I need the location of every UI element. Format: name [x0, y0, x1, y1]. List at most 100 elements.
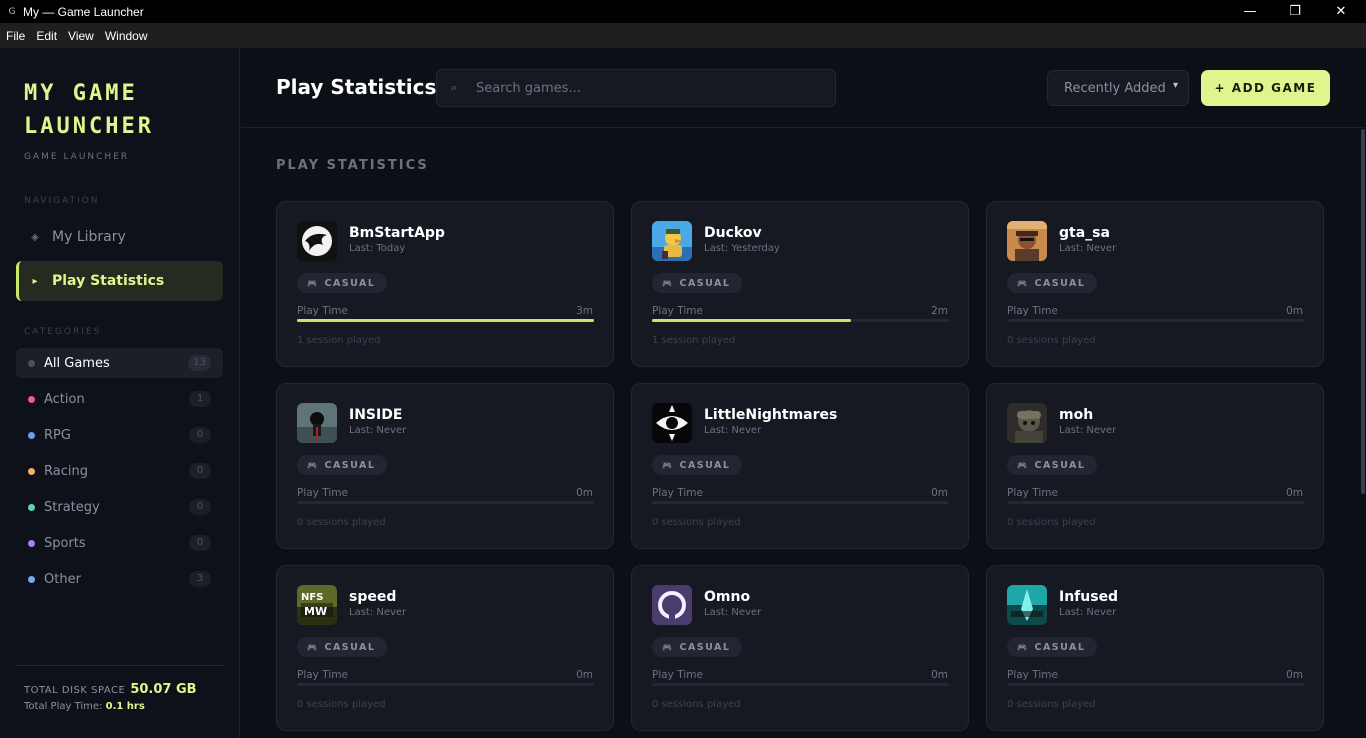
game-last-played: Last: Never	[1059, 243, 1117, 254]
game-card[interactable]: Omno Last: Never 🎮 CASUAL Play Time 0m 0 sessi…	[631, 565, 969, 731]
category-count: 13	[188, 355, 211, 371]
play-time-label: Play Time	[297, 669, 348, 681]
genre-label: CASUAL	[1034, 459, 1086, 471]
sort-select[interactable]: Recently Added ▾	[1047, 70, 1189, 106]
game-name: Omno	[704, 589, 751, 605]
restore-icon[interactable]: ❐	[1272, 0, 1318, 23]
disk-value: 50.07 GB	[130, 682, 197, 697]
gamepad-icon: 🎮	[1017, 278, 1029, 288]
sessions-played: 0 sessions played	[297, 699, 386, 710]
game-name: Infused	[1059, 589, 1119, 605]
sessions-played: 1 session played	[297, 335, 381, 346]
game-last-played: Last: Today	[349, 243, 406, 254]
game-card[interactable]: Duckov Last: Yesterday 🎮 CASUAL Play Time 2m 1…	[631, 201, 969, 367]
play-time-bar	[1007, 683, 1304, 686]
game-card[interactable]: gta_sa Last: Never 🎮 CASUAL Play Time 0m 0 ses…	[986, 201, 1324, 367]
search-placeholder: Search games...	[476, 80, 581, 96]
category-strategy[interactable]: Strategy 0	[16, 492, 223, 522]
category-count: 1	[189, 391, 211, 407]
genre-label: CASUAL	[679, 459, 731, 471]
menu-window[interactable]: Window	[105, 29, 148, 43]
category-label: All Games	[44, 355, 110, 371]
menu-edit[interactable]: Edit	[36, 29, 57, 43]
category-other[interactable]: Other 3	[16, 564, 223, 594]
category-count: 0	[189, 499, 211, 515]
page-title: Play Statistics	[276, 75, 437, 99]
play-time-label: Play Time	[652, 487, 703, 499]
game-last-played: Last: Never	[1059, 607, 1117, 618]
sidebar-divider	[16, 665, 223, 666]
genre-badge: 🎮 CASUAL	[652, 637, 743, 657]
library-icon: ◈	[31, 231, 39, 243]
play-time-bar-fill	[652, 319, 851, 322]
category-racing[interactable]: Racing 0	[16, 456, 223, 486]
window-title: My — Game Launcher	[23, 4, 144, 19]
game-card[interactable]: moh Last: Never 🎮 CASUAL Play Time 0m 0 sessio…	[986, 383, 1324, 549]
play-time-bar	[1007, 501, 1304, 504]
playtime-label: Total Play Time:	[24, 701, 103, 712]
search-input[interactable]: ⌕ Search games...	[436, 69, 836, 107]
menu-bar: File Edit View Window	[0, 23, 1366, 48]
play-time-value: 0m	[576, 669, 593, 681]
sort-value: Recently Added	[1064, 80, 1166, 96]
game-name: speed	[349, 589, 397, 605]
svg-text:NFS: NFS	[301, 592, 323, 603]
sessions-played: 0 sessions played	[1007, 335, 1096, 346]
sessions-played: 0 sessions played	[297, 517, 386, 528]
game-name: INSIDE	[349, 407, 403, 423]
game-last-played: Last: Never	[349, 425, 407, 436]
category-dot-icon	[28, 575, 35, 583]
scrollbar[interactable]	[1361, 129, 1365, 494]
game-thumbnail	[1007, 585, 1047, 625]
nav-play-statistics[interactable]: ▸ Play Statistics	[16, 261, 223, 301]
play-time-label: Play Time	[297, 487, 348, 499]
category-count: 3	[189, 571, 211, 587]
category-action[interactable]: Action 1	[16, 384, 223, 414]
game-card[interactable]: NFS MW speed Last: Never 🎮 CASUAL Play Time 0m 0…	[276, 565, 614, 731]
minimize-icon[interactable]: —	[1227, 0, 1273, 23]
play-time-label: Play Time	[1007, 487, 1058, 499]
search-icon: ⌕	[451, 81, 458, 94]
gamepad-icon: 🎮	[307, 278, 319, 288]
genre-label: CASUAL	[324, 641, 376, 653]
category-label: Sports	[44, 535, 86, 551]
category-label: Racing	[44, 463, 88, 479]
play-time-bar	[652, 319, 949, 322]
game-card[interactable]: Infused Last: Never 🎮 CASUAL Play Time 0m 0 se…	[986, 565, 1324, 731]
close-icon[interactable]: ✕	[1318, 0, 1364, 23]
sessions-played: 0 sessions played	[652, 699, 741, 710]
gamepad-icon: 🎮	[307, 460, 319, 470]
play-time-label: Play Time	[1007, 669, 1058, 681]
game-thumbnail	[297, 403, 337, 443]
menu-file[interactable]: File	[6, 29, 25, 43]
menu-view[interactable]: View	[68, 29, 94, 43]
game-name: moh	[1059, 407, 1094, 423]
category-rpg[interactable]: RPG 0	[16, 420, 223, 450]
game-card[interactable]: BmStartApp Last: Today 🎮 CASUAL Play Time 3m 1…	[276, 201, 614, 367]
game-thumbnail	[297, 221, 337, 261]
sidebar: MY GAME LAUNCHER GAME LAUNCHER NAVIGATIO…	[0, 48, 240, 738]
category-sports[interactable]: Sports 0	[16, 528, 223, 558]
category-label: Other	[44, 571, 81, 587]
genre-label: CASUAL	[1034, 277, 1086, 289]
play-time-value: 0m	[1286, 305, 1303, 317]
game-card[interactable]: INSIDE Last: Never 🎮 CASUAL Play Time 0m 0 ses…	[276, 383, 614, 549]
genre-badge: 🎮 CASUAL	[1007, 273, 1098, 293]
category-count: 0	[189, 535, 211, 551]
genre-label: CASUAL	[1034, 641, 1086, 653]
sessions-played: 0 sessions played	[1007, 517, 1096, 528]
game-card[interactable]: LittleNightmares Last: Never 🎮 CASUAL Play T…	[631, 383, 969, 549]
play-time-value: 0m	[576, 487, 593, 499]
categories-section-label: CATEGORIES	[24, 327, 102, 337]
genre-label: CASUAL	[679, 277, 731, 289]
nav-my-library[interactable]: ◈ My Library	[16, 217, 223, 257]
play-time-bar	[652, 501, 949, 504]
main-content: PLAY STATISTICS BmStartApp Last: Today 🎮 CA…	[241, 129, 1366, 738]
add-game-button[interactable]: + ADD GAME	[1201, 70, 1330, 106]
sessions-played: 0 sessions played	[652, 517, 741, 528]
disk-label: TOTAL DISK SPACE	[24, 685, 126, 696]
play-time-label: Play Time	[297, 305, 348, 317]
gamepad-icon: 🎮	[662, 278, 674, 288]
category-all-games[interactable]: All Games 13	[16, 348, 223, 378]
gamepad-icon: 🎮	[1017, 642, 1029, 652]
